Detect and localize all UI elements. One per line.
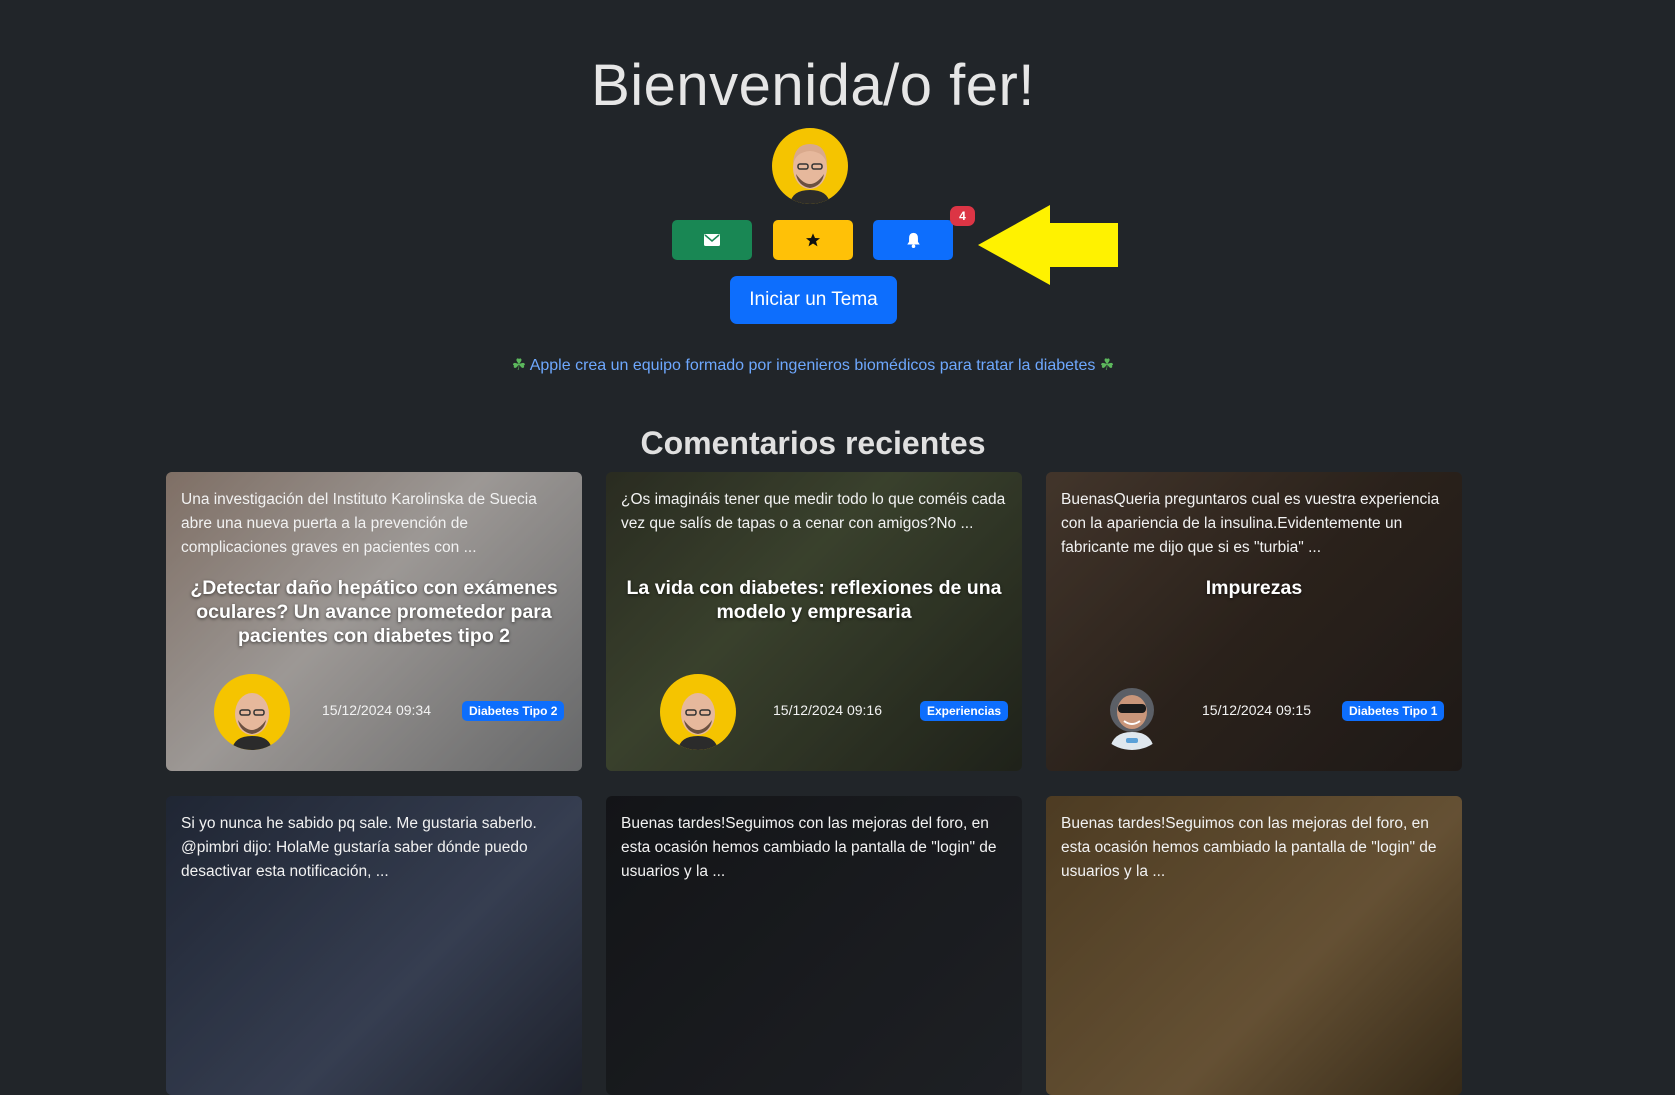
card-excerpt: Buenas tardes!Seguimos con las mejoras d… [1061,815,1437,880]
card-date: 15/12/2024 09:34 [322,702,431,718]
comment-card[interactable]: BuenasQueria preguntaros cual es vuestra… [1046,472,1462,771]
author-avatar[interactable] [1094,674,1170,750]
comment-card[interactable]: Si yo nunca he sabido pq sale. Me gustar… [166,796,582,1095]
category-tag[interactable]: Experiencias [920,701,1009,721]
user-avatar[interactable] [772,128,848,204]
favorites-button[interactable] [773,220,853,260]
clover-icon: ☘ [511,357,527,374]
category-tag[interactable]: Diabetes Tipo 1 [1342,701,1445,721]
card-date: 15/12/2024 09:15 [1202,702,1311,718]
welcome-title: Bienvenida/o fer! [591,53,1035,118]
clover-icon: ☘ [1099,357,1115,374]
card-excerpt: ¿Os imagináis tener que medir todo lo qu… [621,491,1006,532]
card-excerpt: BuenasQueria preguntaros cual es vuestra… [1061,491,1440,556]
recent-comments-title: Comentarios recientes [640,425,986,461]
card-title[interactable]: Impurezas [1062,576,1446,600]
card-date: 15/12/2024 09:16 [773,702,882,718]
comment-card[interactable]: Una investigación del Instituto Karolins… [166,472,582,771]
comment-card[interactable]: Buenas tardes!Seguimos con las mejoras d… [606,796,1022,1095]
card-excerpt: Una investigación del Instituto Karolins… [181,491,537,556]
comment-card[interactable]: Buenas tardes!Seguimos con las mejoras d… [1046,796,1462,1095]
news-headline[interactable]: ☘ Apple crea un equipo formado por ingen… [0,355,1626,375]
news-link[interactable]: Apple crea un equipo formado por ingenie… [530,357,1096,374]
envelope-icon [704,234,720,246]
notification-count-badge: 4 [950,206,975,226]
bell-icon [906,232,920,248]
comment-card[interactable]: ¿Os imagináis tener que medir todo lo qu… [606,472,1022,771]
author-avatar[interactable] [660,674,736,750]
arrow-left-icon [978,205,1118,285]
notifications-button[interactable] [873,220,953,260]
card-excerpt: Buenas tardes!Seguimos con las mejoras d… [621,815,997,880]
author-avatar[interactable] [214,674,290,750]
start-topic-button[interactable]: Iniciar un Tema [730,276,897,324]
category-tag[interactable]: Diabetes Tipo 2 [462,701,565,721]
messages-button[interactable] [672,220,752,260]
star-icon [806,233,820,247]
card-excerpt: Si yo nunca he sabido pq sale. Me gustar… [181,815,537,880]
card-title[interactable]: ¿Detectar daño hepático con exámenes ocu… [182,576,566,648]
card-title[interactable]: La vida con diabetes: reflexiones de una… [622,576,1006,624]
